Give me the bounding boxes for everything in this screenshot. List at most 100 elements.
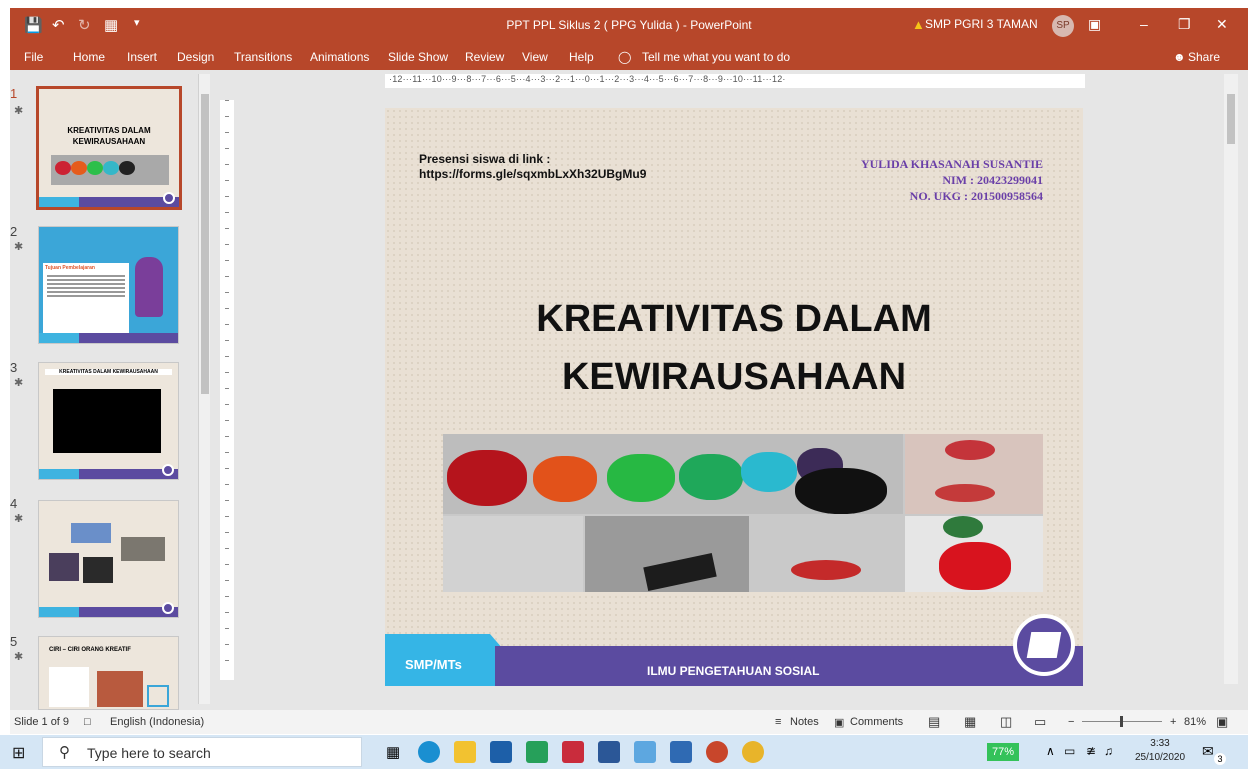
ruler-tick	[225, 644, 229, 645]
thumb-video	[53, 389, 161, 453]
comments-button[interactable]: Comments	[850, 716, 903, 728]
thumb-number: 2	[10, 224, 18, 239]
mail-icon[interactable]	[490, 741, 512, 763]
zoom-out-icon[interactable]: −	[1068, 716, 1074, 728]
ruler-tick	[225, 516, 229, 517]
thumb-photo	[83, 557, 113, 583]
slide-thumbnail-5[interactable]: CIRI – CIRI ORANG KREATIF	[38, 636, 179, 710]
chrome-icon[interactable]	[742, 741, 764, 763]
thumb-number: 5	[10, 634, 18, 649]
tab-design[interactable]: Design	[177, 50, 214, 64]
language-indicator[interactable]: English (Indonesia)	[110, 716, 204, 728]
mcafee-icon[interactable]	[562, 741, 584, 763]
title-line-2: KEWIRAUSAHAAN	[561, 356, 907, 398]
slide-thumbnail-1[interactable]: KREATIVITAS DALAM KEWIRAUSAHAAN	[36, 86, 182, 210]
minimize-icon[interactable]: –	[1140, 16, 1148, 32]
fit-slide-icon[interactable]: ▣	[1216, 714, 1228, 730]
tray-chevron-icon[interactable]: ∧	[1046, 744, 1055, 758]
calculator-icon[interactable]	[634, 741, 656, 763]
edge-icon[interactable]	[418, 741, 440, 763]
photo-collage[interactable]	[443, 434, 1043, 592]
slide-thumbnail-2[interactable]: Tujuan Pembelajaran	[38, 226, 179, 344]
photos-icon[interactable]	[670, 741, 692, 763]
lync-icon[interactable]	[526, 741, 548, 763]
ruler-tick	[225, 164, 229, 165]
account-name[interactable]: SMP PGRI 3 TAMAN	[925, 17, 1038, 31]
task-view-icon[interactable]: ▦	[386, 743, 400, 761]
share-icon[interactable]: ☻	[1173, 50, 1186, 64]
slide-footer: SMP/MTs ILMU PENGETAHUAN SOSIAL	[385, 634, 1083, 686]
word-icon[interactable]	[598, 741, 620, 763]
thumb-figure	[135, 257, 163, 317]
thumbnail-scrollbar[interactable]	[198, 74, 210, 704]
taskbar-search[interactable]: ⚲ Type here to search	[42, 737, 362, 767]
tab-animations[interactable]: Animations	[310, 50, 369, 64]
wifi-icon[interactable]: ≇	[1086, 744, 1096, 758]
ruler-tick	[225, 116, 229, 117]
zoom-slider[interactable]	[1082, 716, 1162, 727]
ruler-tick	[225, 660, 229, 661]
clock[interactable]: 3:33 25/10/2020	[1135, 737, 1185, 765]
powerpoint-icon[interactable]	[706, 741, 728, 763]
status-bar: Slide 1 of 9 □ English (Indonesia) ≡ Not…	[10, 710, 1248, 734]
slideshow-icon[interactable]: ▭	[1034, 714, 1046, 730]
author-block[interactable]: YULIDA KHASANAH SUSANTIE NIM : 204232990…	[861, 156, 1043, 204]
thumb-photo	[51, 155, 169, 185]
slide-sorter-icon[interactable]: ▦	[964, 714, 976, 730]
photo-bottles	[443, 516, 583, 592]
thumb-title: KREATIVITAS DALAM KEWIRAUSAHAAN	[67, 126, 151, 146]
battery-indicator[interactable]: 77%	[987, 743, 1019, 761]
ruler-tick	[225, 468, 229, 469]
tab-home[interactable]: Home	[73, 50, 105, 64]
ruler-tick	[225, 628, 229, 629]
spellcheck-icon[interactable]: □	[84, 716, 91, 728]
tab-help[interactable]: Help	[569, 50, 594, 64]
tab-view[interactable]: View	[522, 50, 548, 64]
volume-icon[interactable]: ♫	[1104, 744, 1113, 758]
zoom-level[interactable]: 81%	[1184, 716, 1206, 728]
slide-scrollbar[interactable]	[1224, 74, 1238, 684]
tab-slide-show[interactable]: Slide Show	[388, 50, 448, 64]
windows-start-icon[interactable]: ⊞	[12, 743, 25, 763]
tab-review[interactable]: Review	[465, 50, 504, 64]
restore-icon[interactable]: ❐	[1178, 16, 1191, 33]
presensi-link[interactable]: https://forms.gle/sqxmbLxXh32UBgMu9	[419, 167, 646, 182]
notes-button[interactable]: Notes	[790, 716, 819, 728]
slide-thumbnail-3[interactable]: KREATIVITAS DALAM KEWIRAUSAHAAN	[38, 362, 179, 480]
thumb-number: 1	[10, 86, 18, 101]
lightbulb-icon: ◯	[618, 50, 632, 64]
slide-title[interactable]: KREATIVITAS DALAM KEWIRAUSAHAAN	[385, 290, 1083, 406]
ruler-tick	[225, 148, 229, 149]
normal-view-icon[interactable]: ▤	[928, 714, 940, 730]
slide-thumbnail-4[interactable]	[38, 500, 179, 618]
tell-me-search[interactable]: Tell me what you want to do	[642, 50, 790, 64]
file-explorer-icon[interactable]	[454, 741, 476, 763]
tab-transitions[interactable]: Transitions	[234, 50, 292, 64]
footer-level: SMP/MTs	[405, 657, 462, 672]
ruler-tick	[225, 356, 229, 357]
warning-triangle-icon: ▲	[912, 17, 925, 32]
share-button[interactable]: Share	[1188, 50, 1220, 64]
ruler-tick	[225, 228, 229, 229]
thumb-photo	[49, 667, 89, 707]
thumb-number: 3	[10, 360, 18, 375]
search-placeholder: Type here to search	[87, 745, 211, 761]
ribbon-display-icon[interactable]: ▣	[1088, 16, 1101, 33]
animation-star-icon: ✱	[14, 377, 24, 389]
close-icon[interactable]: ✕	[1216, 16, 1228, 33]
ruler-tick	[225, 372, 229, 373]
thumb-photo	[121, 537, 165, 561]
zoom-in-icon[interactable]: +	[1170, 716, 1176, 728]
slide-canvas[interactable]: Presensi siswa di link : https://forms.g…	[385, 108, 1083, 686]
notification-icon[interactable]: ✉	[1202, 743, 1214, 760]
thumb-title: Tujuan Pembelajaran	[45, 265, 95, 271]
thumb-textbox: Tujuan Pembelajaran	[43, 263, 129, 337]
avatar[interactable]: SP	[1052, 15, 1074, 37]
clock-time: 3:33	[1150, 738, 1170, 749]
presensi-text[interactable]: Presensi siswa di link : https://forms.g…	[419, 152, 646, 182]
reading-view-icon[interactable]: ◫	[1000, 714, 1012, 730]
tab-file[interactable]: File	[24, 50, 43, 64]
tab-insert[interactable]: Insert	[127, 50, 157, 64]
zoom-slider-handle[interactable]	[1120, 716, 1123, 727]
battery-icon[interactable]: ▭	[1064, 744, 1075, 758]
